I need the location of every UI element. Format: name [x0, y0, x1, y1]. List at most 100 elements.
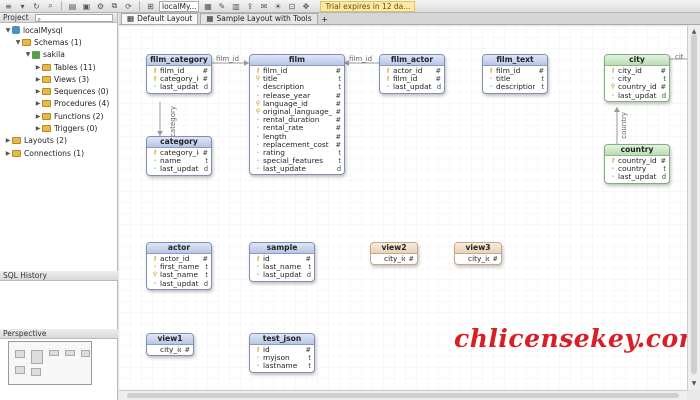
entity-title[interactable]: view1	[147, 334, 193, 345]
entity-test-json[interactable]: test_json ⚷ id # • myjson t • lastname t	[249, 333, 315, 373]
edit-icon[interactable]: ✎	[216, 1, 227, 11]
column-row[interactable]: ⚲ title t	[253, 75, 341, 83]
column-row[interactable]: • rental_duration #	[253, 116, 341, 124]
table-icon[interactable]: ▥	[230, 1, 241, 11]
tree-item[interactable]: ▶ Procedures (4)	[0, 98, 117, 110]
entity-actor[interactable]: actor ⚷ actor_id # • first_name t ⚲ last_name t • l…	[146, 242, 212, 290]
tree-item[interactable]: ▶ Sequences (0)	[0, 85, 117, 97]
tree-item[interactable]: ▼ sakila	[0, 49, 117, 61]
expand-arrow-icon[interactable]: ▼	[24, 51, 32, 58]
column-row[interactable]: • rental_rate #	[253, 124, 341, 132]
settings-icon[interactable]: ⚙	[95, 1, 106, 11]
tab-default-layout[interactable]: ▦ Default Layout	[121, 13, 199, 24]
tree-item[interactable]: ▶ Views (3)	[0, 73, 117, 85]
column-row[interactable]: ⚷ film_id #	[383, 75, 441, 83]
entity-country[interactable]: country ⚷ country_id # • country t • last_update…	[604, 144, 670, 184]
diagram-canvas[interactable]: film_id film_id category country cit fil…	[119, 26, 687, 390]
column-row[interactable]: • lastname t	[253, 362, 311, 370]
entity-title[interactable]: film_actor	[380, 55, 444, 66]
new-icon[interactable]: ▾	[17, 1, 28, 11]
column-row[interactable]: • last_update d	[608, 173, 666, 181]
horizontal-scrollbar[interactable]	[119, 390, 687, 400]
entity-title[interactable]: film_text	[483, 55, 547, 66]
tree-item[interactable]: ▶ Layouts (2)	[0, 135, 117, 147]
column-row[interactable]: • description t	[486, 83, 544, 91]
tab-sample-layout[interactable]: ▦ Sample Layout with Tools	[200, 13, 318, 24]
sync-icon[interactable]: ⟳	[123, 1, 134, 11]
tree-item[interactable]: ▶ Triggers (0)	[0, 122, 117, 134]
column-row[interactable]: ⚷ film_id #	[253, 67, 341, 75]
column-row[interactable]: city_id#	[374, 255, 414, 263]
column-row[interactable]: • special_features t	[253, 157, 341, 165]
perspective-minimap[interactable]	[8, 341, 92, 385]
collapse-arrow-icon[interactable]: ▶	[34, 113, 42, 120]
vertical-scroll-thumb[interactable]	[691, 34, 697, 374]
column-row[interactable]: city_id#	[150, 346, 190, 354]
entity-view3[interactable]: view3city_id#	[454, 242, 502, 266]
entity-city[interactable]: city ⚷ city_id # • city t ⚲ country_id # • last_upd…	[604, 54, 670, 102]
column-row[interactable]: ⚷ film_id #	[150, 67, 208, 75]
column-row[interactable]: ⚷ film_id #	[486, 67, 544, 75]
column-row[interactable]: ⚷ city_id #	[608, 67, 666, 75]
entity-title[interactable]: country	[605, 145, 669, 156]
zoom-icon[interactable]: ⌕	[45, 1, 56, 11]
entity-title[interactable]: actor	[147, 243, 211, 254]
column-row[interactable]: • last_update d	[253, 165, 341, 173]
entity-title[interactable]: sample	[250, 243, 314, 254]
column-row[interactable]: • first_name t	[150, 263, 208, 271]
scroll-down-icon[interactable]: ▼	[690, 380, 698, 388]
expand-arrow-icon[interactable]: ▼	[14, 39, 22, 46]
entity-film-actor[interactable]: film_actor ⚷ actor_id # ⚷ film_id # • last_updat…	[379, 54, 445, 94]
column-row[interactable]: • last_update d	[383, 83, 441, 91]
menu-icon[interactable]: ≡	[3, 1, 14, 11]
trial-badge[interactable]: Trial expires in 12 da...	[320, 0, 416, 12]
tree-item[interactable]: ▼ localMysql	[0, 24, 117, 36]
column-row[interactable]: ⚷ actor_id #	[383, 67, 441, 75]
bulb-icon[interactable]: ☀	[272, 1, 283, 11]
tree-item[interactable]: ▶ Functions (2)	[0, 110, 117, 122]
entity-sample[interactable]: sample ⚷ id # • last_name t • last_update d	[249, 242, 315, 282]
entity-view2[interactable]: view2city_id#	[370, 242, 418, 266]
align-icon[interactable]: ⊡	[286, 1, 297, 11]
sql-history-header[interactable]: SQL History	[0, 271, 118, 281]
entity-title[interactable]: film_category	[147, 55, 211, 66]
refresh-icon[interactable]: ↻	[31, 1, 42, 11]
column-row[interactable]: • myjson t	[253, 354, 311, 362]
column-row[interactable]: ⚷ id #	[253, 346, 311, 354]
copy-icon[interactable]: ⧉	[109, 1, 120, 11]
collapse-arrow-icon[interactable]: ▶	[4, 137, 12, 144]
column-row[interactable]: • release_year #	[253, 92, 341, 100]
connection-combo[interactable]: localMy...	[159, 0, 200, 12]
collapse-arrow-icon[interactable]: ▶	[4, 150, 12, 157]
tree-item[interactable]: ▶ Connections (1)	[0, 147, 117, 159]
entity-film-text[interactable]: film_text ⚷ film_id # • title t • description t	[482, 54, 548, 94]
grid-icon[interactable]: ▦	[202, 1, 213, 11]
expand-arrow-icon[interactable]: ▼	[4, 27, 12, 34]
collapse-arrow-icon[interactable]: ▶	[34, 125, 42, 132]
tree-item[interactable]: ▼ Schemas (1)	[0, 36, 117, 48]
entity-film-category[interactable]: film_category ⚷ film_id # ⚷ category_id # • last…	[146, 54, 212, 94]
collapse-arrow-icon[interactable]: ▶	[34, 64, 42, 71]
collapse-arrow-icon[interactable]: ▶	[34, 88, 42, 95]
column-row[interactable]: • last_update d	[150, 280, 208, 288]
column-row[interactable]: • last_update d	[150, 83, 208, 91]
entity-title[interactable]: film	[250, 55, 344, 66]
column-row[interactable]: city_id#	[458, 255, 498, 263]
entity-title[interactable]: view2	[371, 243, 417, 254]
entity-view1[interactable]: view1city_id#	[146, 333, 194, 357]
column-row[interactable]: • description t	[253, 83, 341, 91]
column-row[interactable]: ⚷ id #	[253, 255, 311, 263]
collapse-arrow-icon[interactable]: ▶	[34, 100, 42, 107]
column-row[interactable]: ⚲ country_id #	[608, 83, 666, 91]
column-row[interactable]: ⚲ original_language_id #	[253, 108, 341, 116]
column-row[interactable]: • title t	[486, 75, 544, 83]
perspective-header[interactable]: Perspective	[0, 329, 118, 339]
export-icon[interactable]: ⇪	[244, 1, 255, 11]
entity-title[interactable]: city	[605, 55, 669, 66]
column-row[interactable]: • city t	[608, 75, 666, 83]
column-row[interactable]: ⚷ category_id #	[150, 75, 208, 83]
tree-icon[interactable]: ▤	[67, 1, 78, 11]
project-search-input[interactable]: ⌕	[34, 13, 113, 23]
column-row[interactable]: • length #	[253, 133, 341, 141]
entity-category[interactable]: category ⚷ category_id # • name t • last_update d	[146, 136, 212, 176]
